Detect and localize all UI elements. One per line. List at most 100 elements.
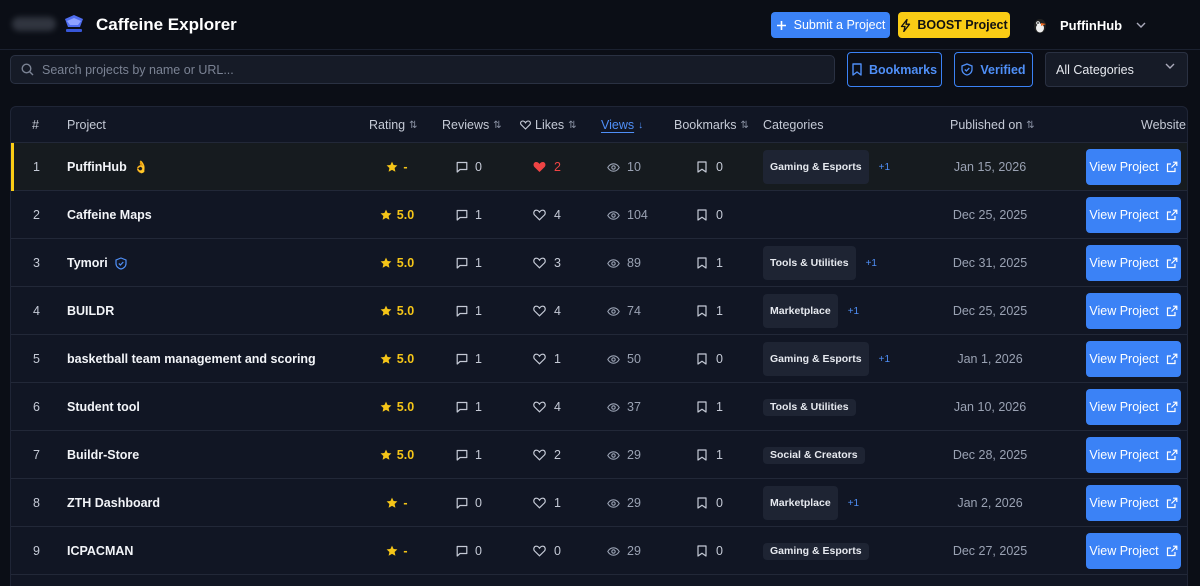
more-categories-count[interactable]: +1 xyxy=(866,258,877,269)
category-chip[interactable]: Social & Creators xyxy=(763,446,865,464)
project-name-cell[interactable]: Tymori xyxy=(67,239,127,287)
column-header-views[interactable]: Views ↓ xyxy=(601,118,643,132)
search-icon xyxy=(21,63,34,76)
bookmarks-cell[interactable]: 0 xyxy=(697,143,723,191)
verified-filter-button[interactable]: Verified xyxy=(954,52,1033,87)
bookmarks-cell[interactable]: 1 xyxy=(697,383,723,431)
table-row[interactable]: 6 Student tool 5.0 1 4 37 1 Tools & Utilities Ja… xyxy=(11,383,1187,431)
category-chip[interactable]: Tools & Utilities xyxy=(763,398,856,416)
more-categories-count[interactable]: +1 xyxy=(848,498,859,509)
view-project-button[interactable]: View Project xyxy=(1086,437,1181,473)
category-chip[interactable]: Marketplace xyxy=(763,294,838,328)
view-project-button[interactable]: View Project xyxy=(1086,533,1181,569)
user-menu[interactable]: PuffinHub xyxy=(1030,13,1146,37)
bookmarks-cell[interactable]: 1 xyxy=(697,239,723,287)
likes-cell[interactable]: 4 xyxy=(533,191,561,239)
star-icon xyxy=(380,401,392,413)
views-cell: 89 xyxy=(607,239,667,287)
chevron-down-icon xyxy=(1136,22,1146,28)
boost-project-button[interactable]: BOOST Project xyxy=(898,12,1010,38)
column-header-bookmarks[interactable]: Bookmarks ⇅ xyxy=(674,118,749,132)
rating-header-label: Rating xyxy=(369,118,406,132)
project-name-cell[interactable]: Student tool xyxy=(67,383,140,431)
view-project-button[interactable]: View Project xyxy=(1086,293,1181,329)
table-row[interactable]: 1 PuffinHub 👌 - 0 2 10 0 Gaming & Esports +1 Jan 1… xyxy=(11,143,1187,191)
reviews-count: 0 xyxy=(475,160,482,174)
project-name-cell[interactable]: ZTH Dashboard xyxy=(67,479,160,527)
table-row[interactable]: 4 BUILDR 5.0 1 4 74 1 Marketplace +1 Dec 25, 2025… xyxy=(11,287,1187,335)
bookmarks-cell[interactable]: 0 xyxy=(697,527,723,575)
caffeine-logo-icon[interactable] xyxy=(63,15,85,35)
bookmarks-cell[interactable]: 1 xyxy=(697,287,723,335)
search-box[interactable] xyxy=(10,55,835,84)
star-icon xyxy=(380,449,392,461)
category-chip[interactable]: Gaming & Esports xyxy=(763,342,869,376)
search-input[interactable] xyxy=(42,62,802,77)
view-project-button[interactable]: View Project xyxy=(1086,341,1181,377)
likes-cell[interactable]: 1 xyxy=(533,335,561,383)
views-cell: 104 xyxy=(607,191,667,239)
table-row[interactable]: 9 ICPACMAN - 0 0 29 0 Gaming & Esports Dec 27, 2… xyxy=(11,527,1187,575)
category-chip[interactable]: Tools & Utilities xyxy=(763,246,856,280)
bookmark-icon xyxy=(852,63,862,76)
app-title[interactable]: Caffeine Explorer xyxy=(96,15,237,35)
project-name-cell[interactable]: ICPACMAN xyxy=(67,527,133,575)
table-row[interactable]: 5 basketball team management and scoring 5… xyxy=(11,335,1187,383)
bookmark-icon xyxy=(697,449,707,461)
category-chip[interactable]: Marketplace xyxy=(763,486,838,520)
column-header-rating[interactable]: Rating ⇅ xyxy=(369,118,418,132)
table-row[interactable]: 8 ZTH Dashboard - 0 1 29 0 Marketplace +1 Jan 2, … xyxy=(11,479,1187,527)
reviews-cell: 0 xyxy=(456,527,482,575)
more-categories-count[interactable]: +1 xyxy=(879,354,890,365)
published-date: Dec 25, 2025 xyxy=(952,304,1028,318)
table-row[interactable]: 7 Buildr-Store 5.0 1 2 29 1 Social & Creators De… xyxy=(11,431,1187,479)
view-project-button[interactable]: View Project xyxy=(1086,149,1181,185)
view-project-button[interactable]: View Project xyxy=(1086,389,1181,425)
bookmarks-cell[interactable]: 1 xyxy=(697,431,723,479)
view-project-label: View Project xyxy=(1089,400,1159,414)
category-chip[interactable]: Gaming & Esports xyxy=(763,150,869,184)
reviews-cell: 1 xyxy=(456,287,482,335)
bookmark-icon xyxy=(697,305,707,317)
comment-icon xyxy=(456,401,468,413)
column-header-number: # xyxy=(32,118,39,132)
view-project-button[interactable]: View Project xyxy=(1086,245,1181,281)
row-number: 7 xyxy=(33,448,40,462)
view-project-button[interactable]: View Project xyxy=(1086,197,1181,233)
bookmarks-count: 0 xyxy=(716,160,723,174)
likes-cell[interactable]: 2 xyxy=(533,143,561,191)
column-header-published[interactable]: Published on ⇅ xyxy=(950,118,1035,132)
project-name-cell[interactable]: Buildr-Store xyxy=(67,431,139,479)
project-name-cell[interactable]: BUILDR xyxy=(67,287,114,335)
view-project-button[interactable]: View Project xyxy=(1086,485,1181,521)
view-project-label: View Project xyxy=(1089,448,1159,462)
category-chip[interactable]: Gaming & Esports xyxy=(763,542,869,560)
more-categories-count[interactable]: +1 xyxy=(848,306,859,317)
likes-cell[interactable]: 4 xyxy=(533,287,561,335)
table-row[interactable]: 3 Tymori 5.0 1 3 89 1 Tools & Utilities +1 Dec 31… xyxy=(11,239,1187,287)
more-categories-count[interactable]: +1 xyxy=(879,162,890,173)
reviews-count: 0 xyxy=(475,544,482,558)
reviews-cell: 1 xyxy=(456,335,482,383)
bookmarks-cell[interactable]: 0 xyxy=(697,479,723,527)
category-select[interactable]: All Categories xyxy=(1045,52,1188,87)
submit-project-button[interactable]: Submit a Project xyxy=(771,12,890,38)
rating-cell: 5.0 xyxy=(377,191,417,239)
column-header-likes[interactable]: Likes ⇅ xyxy=(520,118,577,132)
star-icon xyxy=(380,353,392,365)
likes-cell[interactable]: 2 xyxy=(533,431,561,479)
project-name-cell[interactable]: basketball team management and scoring xyxy=(67,335,316,383)
project-name-cell[interactable]: PuffinHub 👌 xyxy=(67,143,149,191)
heart-icon xyxy=(520,120,531,130)
likes-cell[interactable]: 4 xyxy=(533,383,561,431)
project-name-cell[interactable]: Caffeine Maps xyxy=(67,191,152,239)
bookmarks-filter-button[interactable]: Bookmarks xyxy=(847,52,942,87)
column-header-reviews[interactable]: Reviews ⇅ xyxy=(442,118,502,132)
likes-cell[interactable]: 3 xyxy=(533,239,561,287)
table-row[interactable]: 2 Caffeine Maps 5.0 1 4 104 0 Dec 25, 2025 View … xyxy=(11,191,1187,239)
likes-cell[interactable]: 1 xyxy=(533,479,561,527)
bookmarks-cell[interactable]: 0 xyxy=(697,335,723,383)
likes-cell[interactable]: 0 xyxy=(533,527,561,575)
bookmarks-count: 0 xyxy=(716,496,723,510)
bookmarks-cell[interactable]: 0 xyxy=(697,191,723,239)
